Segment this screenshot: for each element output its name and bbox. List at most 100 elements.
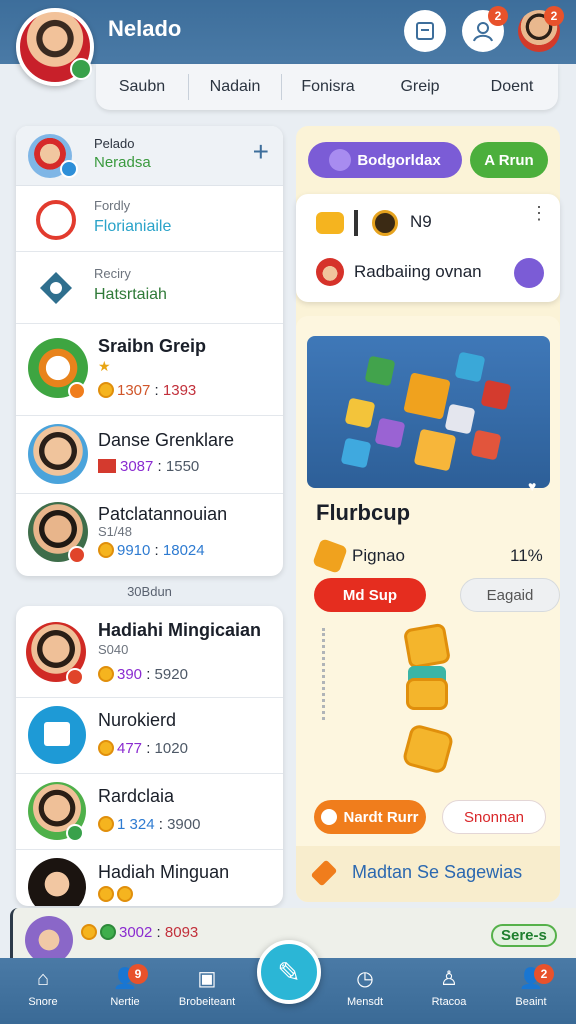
nav-beaint[interactable]: 👤 Beaint 2 bbox=[496, 964, 566, 1008]
secondary-action-button[interactable]: Snonnan bbox=[442, 800, 546, 834]
panel-header: Pelado Neradsa + bbox=[16, 126, 283, 186]
play-button[interactable]: Md Sup bbox=[314, 578, 426, 612]
reward-icon bbox=[402, 622, 452, 670]
notif-badge: 9 bbox=[128, 964, 148, 984]
list-item[interactable]: Sraibn Greip ★ 1307 : 1393 bbox=[16, 324, 283, 416]
friends-list-panel: Pelado Neradsa + Fordly Florianiaile Rec… bbox=[16, 126, 283, 576]
window-icon bbox=[416, 22, 434, 40]
progress-label: Pignao bbox=[352, 546, 405, 565]
tab-fonisra[interactable]: Fonisra bbox=[282, 74, 374, 100]
item-subtitle: S040 bbox=[98, 642, 129, 657]
diamond-icon bbox=[310, 859, 338, 887]
medal-icon bbox=[372, 210, 398, 236]
tab-greip[interactable]: Greip bbox=[374, 74, 466, 100]
online-badge bbox=[70, 58, 92, 80]
status-badge: Sere-s bbox=[491, 924, 557, 947]
shield-icon[interactable] bbox=[514, 258, 544, 288]
footer-banner[interactable]: Madtan Se Sagewias bbox=[296, 846, 560, 902]
check-icon bbox=[60, 160, 78, 178]
list-item[interactable]: Hadiah Minguan bbox=[16, 850, 283, 906]
tab-doent[interactable]: Doent bbox=[466, 74, 558, 100]
list-item[interactable]: Nurokierd 477 : 1020 bbox=[16, 698, 283, 774]
item-stats: 477 : 1020 bbox=[98, 740, 188, 757]
coin-icon bbox=[316, 212, 344, 234]
avatar[interactable] bbox=[25, 916, 73, 964]
pencil-icon: ✎ bbox=[277, 956, 301, 988]
item-category: Fordly bbox=[94, 198, 131, 213]
run-button[interactable]: A Rrun bbox=[470, 142, 548, 178]
item-title: Florianiaile bbox=[94, 218, 172, 235]
tab-bar: Saubn Nadain Fonisra Greip Doent bbox=[96, 64, 558, 110]
item-category: Reciry bbox=[94, 266, 131, 281]
item-title: Sraibn Greip bbox=[98, 336, 207, 356]
notif-badge: 2 bbox=[544, 6, 564, 26]
secondary-button[interactable]: Eagaid bbox=[460, 578, 560, 612]
card-code: N9 bbox=[410, 212, 432, 231]
tab-nadain[interactable]: Nadain bbox=[188, 74, 282, 100]
nav-mensdt[interactable]: ◷ Mensdt bbox=[330, 966, 400, 1008]
list-item[interactable]: Rardclaia 1 324 : 3900 bbox=[16, 774, 283, 850]
star-icon: ★ bbox=[98, 358, 111, 374]
item-subtitle: S1/48 bbox=[98, 524, 132, 539]
user-outline-icon: ♙ bbox=[440, 968, 458, 990]
header-title: Nelado bbox=[108, 16, 182, 41]
item-title: Rardclaia bbox=[98, 786, 175, 806]
info-card: N9 ⋮ Radbaiing ovnan bbox=[296, 194, 560, 302]
coin-icon bbox=[98, 816, 114, 832]
list-item[interactable]: Hadiahi Mingicaian S040 390 : 5920 bbox=[16, 606, 283, 698]
user-avatar[interactable] bbox=[16, 8, 94, 86]
menu-button[interactable] bbox=[404, 10, 446, 52]
coin-icon bbox=[98, 382, 114, 398]
progress-value: 11% bbox=[510, 546, 543, 565]
item-stats: 1 324 : 3900 bbox=[98, 816, 200, 833]
avatar bbox=[28, 424, 88, 484]
item-title: Hatsrtaiah bbox=[94, 286, 167, 303]
item-title: Hadiahi Mingicaian bbox=[98, 620, 262, 640]
section-label: 30Bdun bbox=[127, 584, 172, 599]
list-item[interactable]: Patclatannouian S1/48 9910 : 18024 bbox=[16, 494, 283, 576]
chat-icon bbox=[321, 809, 338, 825]
item-stats: 390 : 5920 bbox=[98, 666, 188, 683]
badge-icon bbox=[66, 668, 84, 686]
game-cover-image[interactable] bbox=[307, 336, 550, 488]
flag-icon bbox=[98, 459, 116, 473]
panel-subtitle: Neradsa bbox=[94, 154, 151, 171]
coin-icon bbox=[98, 542, 114, 558]
list-item[interactable]: Danse Grenklare 3087 : 1550 bbox=[16, 416, 283, 494]
check-icon bbox=[66, 824, 84, 842]
list-item[interactable]: Fordly Florianiaile bbox=[16, 186, 283, 252]
coin-icon bbox=[98, 666, 114, 682]
coin-icon bbox=[98, 886, 136, 904]
game-title: Flurbcup bbox=[316, 500, 411, 525]
nav-broadcast[interactable]: ▣ Brobeiteant bbox=[172, 966, 242, 1008]
puzzle-icon bbox=[40, 272, 72, 304]
clock-icon: ◷ bbox=[356, 968, 374, 990]
profile-button[interactable]: 2 bbox=[518, 6, 564, 52]
nav-home[interactable]: ⌂ Snore bbox=[8, 966, 78, 1008]
tab-saubn[interactable]: Saubn bbox=[96, 74, 188, 100]
create-fab-button[interactable]: ✎ bbox=[257, 940, 321, 1004]
more-icon[interactable]: ⋮ bbox=[530, 204, 548, 222]
action-button[interactable]: Nardt Rurr bbox=[314, 800, 426, 834]
notif-badge: 2 bbox=[534, 964, 554, 984]
game-card: ♥ Flurbcup Pignao 11% Md Sup Eagaid Nard… bbox=[296, 316, 560, 902]
heart-icon[interactable]: ♥ bbox=[528, 478, 536, 494]
list-item[interactable]: Reciry Hatsrtaiah bbox=[16, 252, 283, 324]
item-stats: 3087 : 1550 bbox=[98, 458, 199, 475]
add-button[interactable]: + bbox=[253, 138, 269, 166]
category-pill[interactable]: Bodgorldax bbox=[308, 142, 462, 178]
gear-icon bbox=[329, 149, 352, 171]
item-title: Danse Grenklare bbox=[98, 430, 235, 450]
footer-text: Madtan Se Sagewias bbox=[352, 862, 523, 882]
friends-button[interactable]: 2 bbox=[462, 6, 508, 52]
coin-icon bbox=[98, 740, 114, 756]
nav-nertie[interactable]: 👤 Nertie 9 bbox=[90, 964, 160, 1008]
nav-rtacoa[interactable]: ♙ Rtacoa bbox=[414, 966, 484, 1008]
app-icon bbox=[36, 200, 76, 240]
game-panel: Bodgorldax A Rrun N9 ⋮ Radbaiing ovnan ♥… bbox=[296, 126, 560, 902]
strip-stats: 3002 : 8093 bbox=[81, 924, 198, 941]
item-title: Nurokierd bbox=[98, 710, 177, 730]
picture-icon: ▣ bbox=[197, 968, 217, 990]
avatar bbox=[28, 858, 86, 906]
panel-title: Pelado bbox=[94, 136, 135, 151]
